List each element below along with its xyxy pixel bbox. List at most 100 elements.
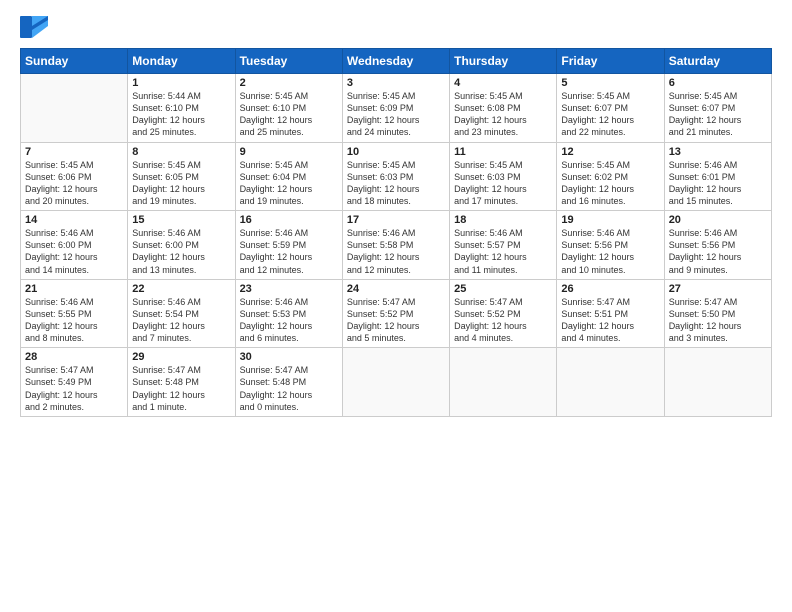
day-number: 7 [25, 146, 123, 158]
calendar-cell: 17Sunrise: 5:46 AMSunset: 5:58 PMDayligh… [342, 211, 449, 280]
day-number: 13 [669, 146, 767, 158]
cell-content: Sunrise: 5:45 AMSunset: 6:03 PMDaylight:… [347, 159, 445, 208]
calendar-cell: 28Sunrise: 5:47 AMSunset: 5:49 PMDayligh… [21, 348, 128, 417]
calendar-cell: 1Sunrise: 5:44 AMSunset: 6:10 PMDaylight… [128, 74, 235, 143]
day-number: 3 [347, 77, 445, 89]
calendar-cell: 24Sunrise: 5:47 AMSunset: 5:52 PMDayligh… [342, 279, 449, 348]
cell-content: Sunrise: 5:44 AMSunset: 6:10 PMDaylight:… [132, 90, 230, 139]
day-number: 8 [132, 146, 230, 158]
calendar-cell: 7Sunrise: 5:45 AMSunset: 6:06 PMDaylight… [21, 142, 128, 211]
cell-content: Sunrise: 5:47 AMSunset: 5:48 PMDaylight:… [240, 364, 338, 413]
calendar-cell: 21Sunrise: 5:46 AMSunset: 5:55 PMDayligh… [21, 279, 128, 348]
day-number: 15 [132, 214, 230, 226]
calendar-cell: 25Sunrise: 5:47 AMSunset: 5:52 PMDayligh… [450, 279, 557, 348]
calendar-cell: 6Sunrise: 5:45 AMSunset: 6:07 PMDaylight… [664, 74, 771, 143]
cell-content: Sunrise: 5:45 AMSunset: 6:04 PMDaylight:… [240, 159, 338, 208]
cell-content: Sunrise: 5:46 AMSunset: 6:00 PMDaylight:… [132, 227, 230, 276]
calendar-week-row: 21Sunrise: 5:46 AMSunset: 5:55 PMDayligh… [21, 279, 772, 348]
calendar-week-row: 14Sunrise: 5:46 AMSunset: 6:00 PMDayligh… [21, 211, 772, 280]
calendar-week-row: 7Sunrise: 5:45 AMSunset: 6:06 PMDaylight… [21, 142, 772, 211]
day-number: 24 [347, 283, 445, 295]
calendar-cell: 30Sunrise: 5:47 AMSunset: 5:48 PMDayligh… [235, 348, 342, 417]
cell-content: Sunrise: 5:47 AMSunset: 5:52 PMDaylight:… [347, 296, 445, 345]
day-number: 29 [132, 351, 230, 363]
calendar-cell: 5Sunrise: 5:45 AMSunset: 6:07 PMDaylight… [557, 74, 664, 143]
calendar-cell: 23Sunrise: 5:46 AMSunset: 5:53 PMDayligh… [235, 279, 342, 348]
day-number: 27 [669, 283, 767, 295]
cell-content: Sunrise: 5:45 AMSunset: 6:02 PMDaylight:… [561, 159, 659, 208]
cell-content: Sunrise: 5:45 AMSunset: 6:10 PMDaylight:… [240, 90, 338, 139]
calendar-cell: 12Sunrise: 5:45 AMSunset: 6:02 PMDayligh… [557, 142, 664, 211]
day-number: 12 [561, 146, 659, 158]
cell-content: Sunrise: 5:45 AMSunset: 6:07 PMDaylight:… [669, 90, 767, 139]
day-number: 20 [669, 214, 767, 226]
weekday-header: Friday [557, 49, 664, 74]
day-number: 25 [454, 283, 552, 295]
day-number: 6 [669, 77, 767, 89]
cell-content: Sunrise: 5:46 AMSunset: 5:56 PMDaylight:… [561, 227, 659, 276]
calendar-cell [450, 348, 557, 417]
day-number: 9 [240, 146, 338, 158]
calendar-cell: 3Sunrise: 5:45 AMSunset: 6:09 PMDaylight… [342, 74, 449, 143]
calendar-cell: 22Sunrise: 5:46 AMSunset: 5:54 PMDayligh… [128, 279, 235, 348]
cell-content: Sunrise: 5:46 AMSunset: 5:59 PMDaylight:… [240, 227, 338, 276]
calendar-cell: 10Sunrise: 5:45 AMSunset: 6:03 PMDayligh… [342, 142, 449, 211]
cell-content: Sunrise: 5:46 AMSunset: 5:56 PMDaylight:… [669, 227, 767, 276]
cell-content: Sunrise: 5:46 AMSunset: 5:55 PMDaylight:… [25, 296, 123, 345]
calendar-cell [21, 74, 128, 143]
calendar-cell: 26Sunrise: 5:47 AMSunset: 5:51 PMDayligh… [557, 279, 664, 348]
calendar-cell [664, 348, 771, 417]
day-number: 10 [347, 146, 445, 158]
day-number: 28 [25, 351, 123, 363]
cell-content: Sunrise: 5:45 AMSunset: 6:06 PMDaylight:… [25, 159, 123, 208]
cell-content: Sunrise: 5:47 AMSunset: 5:52 PMDaylight:… [454, 296, 552, 345]
header [20, 16, 772, 38]
day-number: 22 [132, 283, 230, 295]
day-number: 11 [454, 146, 552, 158]
day-number: 14 [25, 214, 123, 226]
calendar-cell: 27Sunrise: 5:47 AMSunset: 5:50 PMDayligh… [664, 279, 771, 348]
weekday-header: Thursday [450, 49, 557, 74]
calendar-cell [557, 348, 664, 417]
calendar-cell: 19Sunrise: 5:46 AMSunset: 5:56 PMDayligh… [557, 211, 664, 280]
cell-content: Sunrise: 5:45 AMSunset: 6:08 PMDaylight:… [454, 90, 552, 139]
calendar-cell [342, 348, 449, 417]
cell-content: Sunrise: 5:47 AMSunset: 5:49 PMDaylight:… [25, 364, 123, 413]
cell-content: Sunrise: 5:45 AMSunset: 6:09 PMDaylight:… [347, 90, 445, 139]
day-number: 4 [454, 77, 552, 89]
cell-content: Sunrise: 5:46 AMSunset: 5:54 PMDaylight:… [132, 296, 230, 345]
calendar-cell: 20Sunrise: 5:46 AMSunset: 5:56 PMDayligh… [664, 211, 771, 280]
cell-content: Sunrise: 5:45 AMSunset: 6:05 PMDaylight:… [132, 159, 230, 208]
day-number: 19 [561, 214, 659, 226]
day-number: 18 [454, 214, 552, 226]
calendar-cell: 8Sunrise: 5:45 AMSunset: 6:05 PMDaylight… [128, 142, 235, 211]
calendar-cell: 11Sunrise: 5:45 AMSunset: 6:03 PMDayligh… [450, 142, 557, 211]
cell-content: Sunrise: 5:46 AMSunset: 5:57 PMDaylight:… [454, 227, 552, 276]
cell-content: Sunrise: 5:46 AMSunset: 6:00 PMDaylight:… [25, 227, 123, 276]
calendar-cell: 4Sunrise: 5:45 AMSunset: 6:08 PMDaylight… [450, 74, 557, 143]
day-number: 23 [240, 283, 338, 295]
calendar-cell: 9Sunrise: 5:45 AMSunset: 6:04 PMDaylight… [235, 142, 342, 211]
cell-content: Sunrise: 5:46 AMSunset: 6:01 PMDaylight:… [669, 159, 767, 208]
calendar-cell: 15Sunrise: 5:46 AMSunset: 6:00 PMDayligh… [128, 211, 235, 280]
calendar-cell: 14Sunrise: 5:46 AMSunset: 6:00 PMDayligh… [21, 211, 128, 280]
calendar-cell: 29Sunrise: 5:47 AMSunset: 5:48 PMDayligh… [128, 348, 235, 417]
cell-content: Sunrise: 5:47 AMSunset: 5:48 PMDaylight:… [132, 364, 230, 413]
cell-content: Sunrise: 5:47 AMSunset: 5:51 PMDaylight:… [561, 296, 659, 345]
cell-content: Sunrise: 5:45 AMSunset: 6:07 PMDaylight:… [561, 90, 659, 139]
weekday-header: Wednesday [342, 49, 449, 74]
weekday-header: Monday [128, 49, 235, 74]
day-number: 16 [240, 214, 338, 226]
day-number: 21 [25, 283, 123, 295]
cell-content: Sunrise: 5:46 AMSunset: 5:58 PMDaylight:… [347, 227, 445, 276]
logo-icon [20, 16, 48, 38]
calendar-week-row: 28Sunrise: 5:47 AMSunset: 5:49 PMDayligh… [21, 348, 772, 417]
day-number: 1 [132, 77, 230, 89]
day-number: 30 [240, 351, 338, 363]
calendar-week-row: 1Sunrise: 5:44 AMSunset: 6:10 PMDaylight… [21, 74, 772, 143]
day-number: 17 [347, 214, 445, 226]
cell-content: Sunrise: 5:47 AMSunset: 5:50 PMDaylight:… [669, 296, 767, 345]
day-number: 26 [561, 283, 659, 295]
page: SundayMondayTuesdayWednesdayThursdayFrid… [0, 0, 792, 612]
cell-content: Sunrise: 5:46 AMSunset: 5:53 PMDaylight:… [240, 296, 338, 345]
